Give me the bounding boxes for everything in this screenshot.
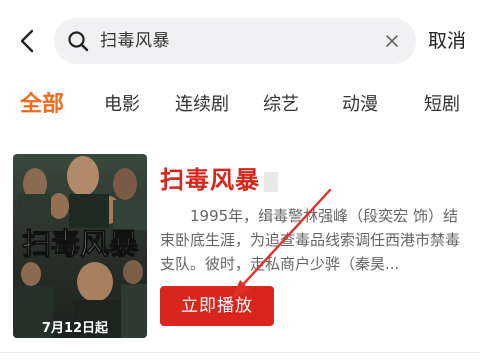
divider — [0, 352, 480, 353]
tab-all[interactable]: 全部 — [20, 88, 64, 122]
poster-date: 7月12日起 — [42, 320, 109, 336]
result-poster[interactable]: 扫毒风暴 7月12日起 — [13, 154, 147, 338]
tab-movie[interactable]: 电影 — [104, 88, 140, 122]
tab-series[interactable]: 连续剧 — [175, 88, 229, 122]
result-title[interactable]: 扫毒风暴 — [160, 163, 260, 197]
poster-image: 扫毒风暴 7月12日起 — [13, 154, 147, 338]
play-now-button[interactable]: 立即播放 — [160, 286, 274, 326]
search-bar[interactable]: 扫毒风暴 — [54, 18, 416, 64]
tab-variety[interactable]: 综艺 — [263, 88, 299, 122]
tab-short-drama[interactable]: 短剧 — [424, 88, 460, 122]
close-icon[interactable] — [384, 33, 400, 49]
search-input[interactable]: 扫毒风暴 — [100, 29, 170, 53]
back-button[interactable] — [12, 24, 42, 58]
chevron-left-icon — [20, 29, 34, 53]
search-icon — [68, 31, 89, 52]
poster-title: 扫毒风暴 — [22, 227, 139, 261]
result-description: 1995年，缉毒警林强峰（段奕宏 饰）结束卧底生涯，为追查毒品线索调任西港市禁毒… — [160, 207, 461, 273]
category-tabs: 全部 电影 连续剧 综艺 动漫 短剧 — [0, 88, 480, 124]
search-results-page: 扫毒风暴 取消 全部 电影 连续剧 综艺 动漫 短剧 扫毒风暴 7月12日起 扫… — [0, 0, 480, 364]
title-tag — [264, 172, 278, 192]
tab-anime[interactable]: 动漫 — [342, 88, 378, 122]
cancel-button[interactable]: 取消 — [428, 28, 466, 54]
